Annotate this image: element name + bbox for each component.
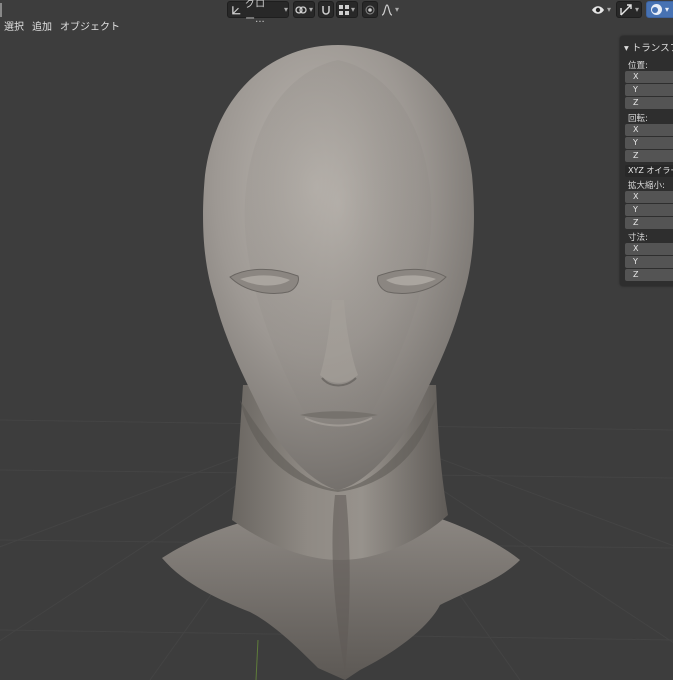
location-x-field[interactable]: X [625, 71, 673, 83]
overlay-dropdown[interactable]: ▾ [646, 1, 673, 18]
head-sculpt-model[interactable] [0, 0, 673, 680]
menu-select[interactable]: 選択 [0, 20, 28, 36]
rotation-x-field[interactable]: X [625, 124, 673, 136]
3d-viewport[interactable] [0, 0, 673, 680]
transform-pivot-icon [232, 5, 241, 14]
snap-link-icon [295, 5, 307, 14]
location-label: 位置: [628, 61, 648, 71]
gizmo-dropdown[interactable]: ▾ [616, 1, 642, 18]
chevron-down-icon: ▾ [283, 5, 288, 14]
chevron-down-icon: ▾ [665, 5, 670, 14]
location-z-field[interactable]: Z [625, 97, 673, 109]
scale-y-field[interactable]: Y [625, 204, 673, 216]
scale-label: 拡大縮小: [628, 181, 665, 191]
dimensions-x-field[interactable]: X [625, 243, 673, 255]
dimensions-label: 寸法: [628, 233, 648, 243]
snap-element-dropdown[interactable]: ▾ [336, 1, 358, 18]
menu-object[interactable]: オブジェクト [56, 20, 124, 36]
visibility-eye-icon [591, 5, 604, 14]
proportional-edit-icon [365, 5, 375, 14]
orientation-label: グロー... [245, 0, 266, 25]
snap-target-dropdown[interactable]: ▾ [293, 1, 315, 18]
visibility-dropdown[interactable]: ▾ [589, 1, 613, 18]
viewport-menu: 選択 追加 オブジェクト [0, 20, 124, 36]
snap-magnet-icon [322, 5, 330, 15]
chevron-down-icon: ▾ [350, 5, 355, 14]
location-y-field[interactable]: Y [625, 84, 673, 96]
snap-toggle-button[interactable] [318, 1, 334, 18]
scale-z-field[interactable]: Z [625, 217, 673, 229]
overlay-icon [651, 4, 662, 15]
rotation-label: 回転: [628, 114, 648, 124]
transform-panel: ▾ トランスフ 位置: X Y Z 回転: X Y Z XYZ オイラー 拡大縮… [620, 36, 673, 286]
chevron-down-icon: ▾ [308, 5, 313, 14]
chevron-down-icon: ▾ [606, 5, 611, 14]
chevron-down-icon: ▾ [634, 5, 639, 14]
viewport-header: グロー... ▾ ▾ ▾ ▾ ▾ ▾ ▾ [0, 0, 673, 25]
falloff-dropdown[interactable]: ▾ [380, 1, 400, 18]
editor-edge [0, 3, 2, 17]
rotation-z-field[interactable]: Z [625, 150, 673, 162]
scale-x-field[interactable]: X [625, 191, 673, 203]
transform-panel-header[interactable]: ▾ トランスフ [624, 40, 673, 54]
snap-grid-icon [338, 4, 349, 15]
dimensions-z-field[interactable]: Z [625, 269, 673, 281]
gizmo-icon [620, 3, 632, 15]
falloff-curve-icon [381, 3, 393, 16]
transform-orientation-dropdown[interactable]: グロー... ▾ [227, 0, 289, 25]
chevron-down-icon: ▾ [394, 5, 399, 14]
menu-add[interactable]: 追加 [28, 20, 56, 36]
rotation-y-field[interactable]: Y [625, 137, 673, 149]
rotation-mode-dropdown[interactable]: XYZ オイラー [625, 165, 673, 177]
proportional-edit-toggle[interactable] [362, 1, 378, 18]
dimensions-y-field[interactable]: Y [625, 256, 673, 268]
